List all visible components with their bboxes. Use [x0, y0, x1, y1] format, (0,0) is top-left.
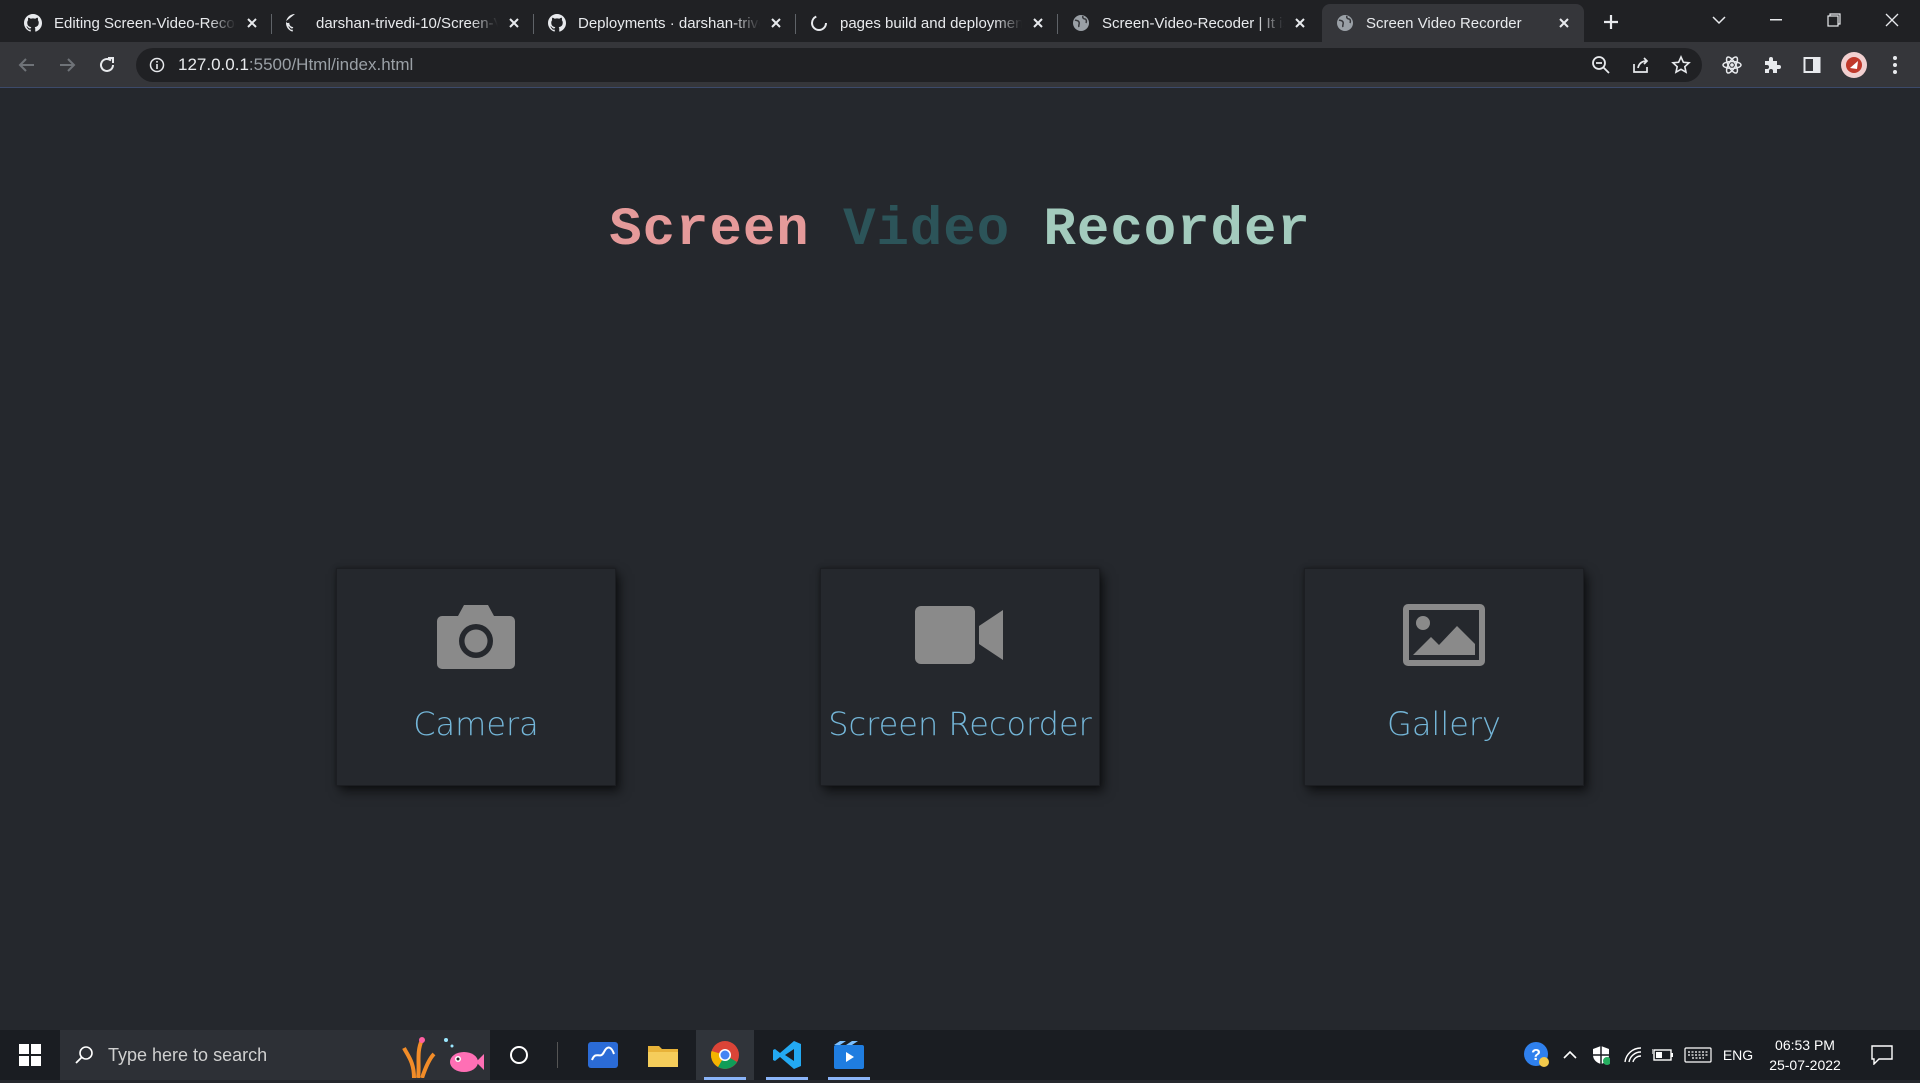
input-language-indicator[interactable]: ENG [1718, 1030, 1758, 1080]
tab-repo[interactable]: darshan-trivedi-10/Screen-Video-Recoder [272, 4, 534, 42]
close-icon[interactable] [1554, 13, 1574, 33]
battery-icon[interactable] [1648, 1030, 1678, 1080]
file-explorer-icon[interactable] [634, 1030, 692, 1080]
tab-screen-video-recorder[interactable]: Screen Video Recorder [1322, 4, 1584, 42]
github-icon [24, 14, 42, 32]
github-icon [548, 14, 566, 32]
close-icon[interactable] [1028, 13, 1048, 33]
tab-pages-build[interactable]: pages build and deployment [796, 4, 1058, 42]
title-word-recorder: Recorder [1043, 200, 1311, 261]
camera-label: Camera [413, 705, 539, 743]
search-icon [74, 1045, 94, 1065]
tab-search-button[interactable] [1691, 0, 1747, 40]
camera-icon [436, 597, 516, 673]
github-loading-icon [810, 14, 828, 32]
cortana-button[interactable] [490, 1030, 548, 1080]
title-word-screen: Screen [609, 200, 810, 261]
close-icon[interactable] [242, 13, 262, 33]
bookmark-star-icon[interactable] [1670, 54, 1692, 76]
url-host: 127.0.0.1 [178, 55, 249, 74]
close-icon[interactable] [766, 13, 786, 33]
close-icon[interactable] [1290, 13, 1310, 33]
help-badge-icon[interactable]: ? [1520, 1030, 1554, 1080]
taskbar-search-box[interactable]: Type here to search [60, 1030, 490, 1080]
new-tab-button[interactable] [1598, 9, 1624, 35]
windows-start-button[interactable] [0, 1030, 60, 1080]
vscode-taskbar-icon[interactable] [758, 1030, 816, 1080]
github-icon [286, 14, 304, 32]
browser-tab-strip: Editing Screen-Video-Recoder/README.md d… [0, 0, 1920, 42]
notifications-icon[interactable] [1862, 1030, 1902, 1080]
tab-screen-video-recoder-pages[interactable]: Screen-Video-Recoder | It is [1058, 4, 1320, 42]
web-page: Screen Video Recorder Camera Screen Reco… [0, 88, 1920, 1030]
clock-time: 06:53 PM [1775, 1037, 1835, 1053]
chrome-taskbar-icon[interactable] [696, 1030, 754, 1080]
info-icon[interactable] [149, 57, 165, 78]
url-path: :5500/Html/index.html [248, 55, 414, 74]
defender-shield-icon[interactable] [1586, 1030, 1616, 1080]
back-button[interactable] [12, 50, 42, 80]
clock-date: 25-07-2022 [1769, 1057, 1841, 1073]
menu-kebab-icon[interactable] [1884, 54, 1906, 76]
page-title: Screen Video Recorder [0, 200, 1920, 261]
gallery-label: Gallery [1387, 705, 1501, 743]
react-devtools-icon[interactable] [1721, 54, 1743, 76]
taskbar-divider [557, 1042, 558, 1068]
tab-deployments[interactable]: Deployments · darshan-trivedi-10 [534, 4, 796, 42]
extensions-puzzle-icon[interactable] [1761, 54, 1783, 76]
globe-icon [1336, 14, 1354, 32]
taskbar-clock[interactable]: 06:53 PM 25-07-2022 [1760, 1035, 1850, 1075]
screen-recorder-label: Screen Recorder [828, 705, 1092, 743]
image-icon [1403, 597, 1485, 673]
url-text: 127.0.0.1:5500/Html/index.html [178, 55, 413, 75]
browser-toolbar: 127.0.0.1:5500/Html/index.html [0, 42, 1920, 88]
keyboard-icon[interactable] [1680, 1030, 1716, 1080]
forward-button[interactable] [52, 50, 82, 80]
video-camera-icon [915, 597, 1005, 673]
restore-button[interactable] [1806, 0, 1862, 40]
show-hidden-icons-chevron-icon[interactable] [1556, 1030, 1584, 1080]
tab-title: darshan-trivedi-10/Screen-Video-Recoder [316, 14, 498, 32]
search-highlight-illustration-icon [400, 1032, 484, 1083]
tab-title: Deployments · darshan-trivedi-10 [578, 14, 760, 32]
profile-avatar[interactable] [1840, 51, 1868, 79]
tab-title: Screen-Video-Recoder | It is [1102, 14, 1284, 32]
windows-taskbar: Type here to search ? ENG 06:53 PM 25-07… [0, 1030, 1920, 1080]
address-bar[interactable]: 127.0.0.1:5500/Html/index.html [136, 48, 1702, 82]
close-icon[interactable] [504, 13, 524, 33]
video-editor-taskbar-icon[interactable] [820, 1030, 878, 1080]
tab-title: Editing Screen-Video-Recoder/README.md [54, 14, 236, 32]
search-placeholder: Type here to search [108, 1044, 268, 1065]
minimize-button[interactable] [1748, 0, 1804, 40]
whiteboard-app-icon[interactable] [574, 1030, 632, 1080]
camera-card[interactable]: Camera [336, 568, 616, 786]
gallery-card[interactable]: Gallery [1304, 568, 1584, 786]
side-panel-icon[interactable] [1801, 54, 1823, 76]
tab-editing-readme[interactable]: Editing Screen-Video-Recoder/README.md [10, 4, 272, 42]
wifi-icon[interactable] [1618, 1030, 1648, 1080]
reload-button[interactable] [92, 50, 122, 80]
globe-icon [1072, 14, 1090, 32]
tab-title: pages build and deployment [840, 14, 1022, 32]
share-icon[interactable] [1630, 54, 1652, 76]
tab-title: Screen Video Recorder [1366, 14, 1522, 32]
screen-recorder-card[interactable]: Screen Recorder [820, 568, 1100, 786]
title-word-video: Video [843, 200, 1011, 261]
close-window-button[interactable] [1864, 0, 1920, 40]
zoom-icon[interactable] [1590, 54, 1612, 76]
